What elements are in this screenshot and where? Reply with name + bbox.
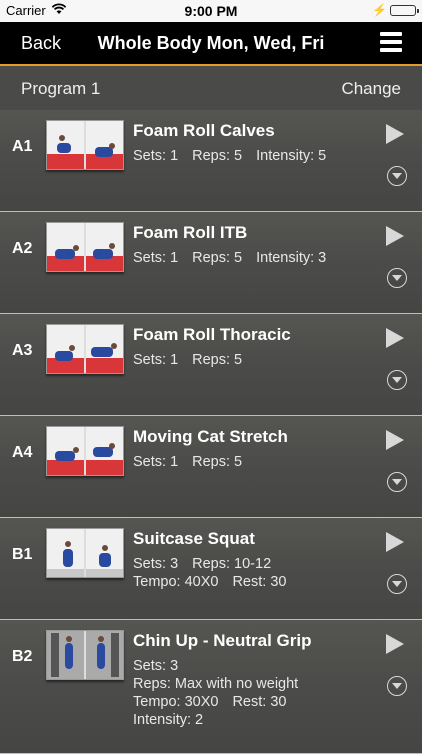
exercise-thumbnail[interactable] bbox=[46, 324, 124, 374]
exercise-detail: Tempo: 40X0 bbox=[133, 574, 219, 590]
exercise-code: A3 bbox=[12, 342, 33, 359]
exercise-code: B2 bbox=[12, 648, 33, 665]
exercise-detail: Reps: 5 bbox=[192, 148, 243, 164]
exercise-thumbnail[interactable] bbox=[46, 120, 124, 170]
exercise-row[interactable]: A2 Foam Roll ITB Sets: 1 Reps: 5 Intensity… bbox=[0, 212, 422, 314]
expand-chevron-icon[interactable] bbox=[387, 472, 407, 492]
exercise-detail: Reps: 5 bbox=[192, 250, 243, 266]
program-name: Program 1 bbox=[21, 79, 101, 98]
exercise-row[interactable]: B2 Chin Up - Neutral Grip Sets: 3 Reps: … bbox=[0, 620, 422, 754]
exercise-row[interactable]: A3 Foam Roll Thoracic Sets: 1 Reps: 5 bbox=[0, 314, 422, 416]
exercise-detail: Reps: 5 bbox=[192, 454, 243, 470]
exercise-row[interactable]: B1 Suitcase Squat Sets: 3 Reps: 10-12 Tem… bbox=[0, 518, 422, 620]
exercise-detail: Intensity: 3 bbox=[256, 250, 327, 266]
battery-icon bbox=[390, 5, 419, 16]
exercise-detail: Tempo: 30X0 bbox=[133, 694, 219, 710]
hamburger-menu-icon[interactable] bbox=[380, 32, 402, 56]
exercise-name: Foam Roll Calves bbox=[133, 121, 275, 140]
exercise-name: Moving Cat Stretch bbox=[133, 427, 288, 446]
exercise-detail: Sets: 1 bbox=[133, 250, 179, 266]
exercise-code: B1 bbox=[12, 546, 33, 563]
exercise-detail: Rest: 30 bbox=[232, 574, 287, 590]
exercise-row[interactable]: A1 Foam Roll Calves Sets: 1 Reps: 5 Intens… bbox=[0, 110, 422, 212]
exercise-thumbnail[interactable] bbox=[46, 630, 124, 680]
program-bar: Program 1 Change bbox=[0, 66, 422, 110]
exercise-name: Foam Roll ITB bbox=[133, 223, 248, 242]
exercise-name: Chin Up - Neutral Grip bbox=[133, 631, 312, 650]
exercise-details: Sets: 1 Reps: 5 bbox=[133, 453, 256, 471]
exercise-detail: Sets: 1 bbox=[133, 352, 179, 368]
exercise-thumbnail[interactable] bbox=[46, 222, 124, 272]
play-icon[interactable] bbox=[386, 226, 404, 246]
play-icon[interactable] bbox=[386, 532, 404, 552]
exercise-list: A1 Foam Roll Calves Sets: 1 Reps: 5 Intens… bbox=[0, 110, 422, 754]
exercise-details: Sets: 1 Reps: 5 bbox=[133, 351, 256, 369]
navigation-bar: Back Whole Body Mon, Wed, Fri bbox=[0, 22, 422, 66]
exercise-detail: Reps: 5 bbox=[192, 352, 243, 368]
exercise-row[interactable]: A4 Moving Cat Stretch Sets: 1 Reps: 5 bbox=[0, 416, 422, 518]
exercise-detail: Intensity: 5 bbox=[256, 148, 327, 164]
expand-chevron-icon[interactable] bbox=[387, 268, 407, 288]
exercise-details: Sets: 3 Reps: Max with no weight Tempo: … bbox=[133, 657, 312, 729]
expand-chevron-icon[interactable] bbox=[387, 370, 407, 390]
play-icon[interactable] bbox=[386, 124, 404, 144]
exercise-detail: Sets: 1 bbox=[133, 454, 179, 470]
expand-chevron-icon[interactable] bbox=[387, 166, 407, 186]
exercise-thumbnail[interactable] bbox=[46, 426, 124, 476]
exercise-code: A2 bbox=[12, 240, 33, 257]
exercise-details: Sets: 1 Reps: 5 Intensity: 3 bbox=[133, 249, 340, 267]
play-icon[interactable] bbox=[386, 430, 404, 450]
exercise-detail: Reps: 10-12 bbox=[192, 556, 272, 572]
exercise-detail: Sets: 1 bbox=[133, 148, 179, 164]
status-time: 9:00 PM bbox=[184, 3, 238, 19]
exercise-thumbnail[interactable] bbox=[46, 528, 124, 578]
exercise-code: A1 bbox=[12, 138, 33, 155]
exercise-detail: Reps: Max with no weight bbox=[133, 676, 299, 692]
exercise-detail: Intensity: 2 bbox=[133, 712, 204, 728]
exercise-detail: Sets: 3 bbox=[133, 556, 179, 572]
play-icon[interactable] bbox=[386, 328, 404, 348]
exercise-detail: Rest: 30 bbox=[232, 694, 287, 710]
change-program-button[interactable]: Change bbox=[341, 79, 401, 99]
status-bar: Carrier 9:00 PM ⚡ bbox=[0, 0, 422, 22]
expand-chevron-icon[interactable] bbox=[387, 574, 407, 594]
charging-icon: ⚡ bbox=[372, 3, 387, 17]
exercise-code: A4 bbox=[12, 444, 33, 461]
exercise-details: Sets: 1 Reps: 5 Intensity: 5 bbox=[133, 147, 340, 165]
page-title: Whole Body Mon, Wed, Fri bbox=[97, 33, 325, 53]
expand-chevron-icon[interactable] bbox=[387, 676, 407, 696]
play-icon[interactable] bbox=[386, 634, 404, 654]
exercise-details: Sets: 3 Reps: 10-12 Tempo: 40X0 Rest: 30 bbox=[133, 555, 300, 591]
exercise-detail: Sets: 3 bbox=[133, 658, 179, 674]
exercise-name: Foam Roll Thoracic bbox=[133, 325, 291, 344]
exercise-name: Suitcase Squat bbox=[133, 529, 255, 548]
